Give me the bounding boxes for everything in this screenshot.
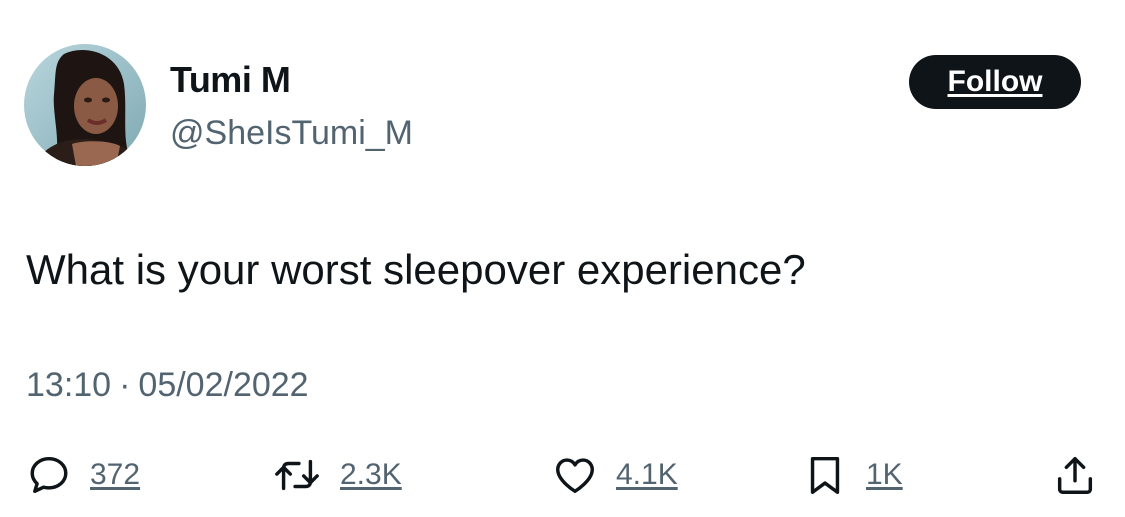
retweet-arrows-icon (272, 452, 322, 498)
retweet-button[interactable]: 2.3K (272, 452, 402, 498)
timestamp-separator: · (119, 366, 131, 404)
tweet-card: Tumi M @SheIsTumi_M Follow What is your … (0, 0, 1125, 517)
share-upload-icon (1052, 452, 1098, 498)
bookmark-button[interactable]: 1K (802, 452, 903, 498)
avatar-image (24, 44, 146, 166)
display-name[interactable]: Tumi M (170, 58, 291, 102)
tweet-time: 13:10 (26, 366, 112, 404)
follow-button[interactable]: Follow (909, 55, 1081, 109)
tweet-text: What is your worst sleepover experience? (26, 246, 806, 293)
like-button[interactable]: 4.1K (552, 452, 678, 498)
user-handle[interactable]: @SheIsTumi_M (170, 112, 413, 154)
reply-count: 372 (90, 458, 141, 491)
bookmark-icon (802, 452, 848, 498)
reply-button[interactable]: 372 (26, 452, 140, 498)
share-button[interactable] (1052, 452, 1098, 498)
like-count: 4.1K (616, 458, 678, 491)
heart-icon (552, 452, 598, 498)
avatar[interactable] (24, 44, 146, 166)
tweet-timestamp[interactable]: 13:10 · 05/02/2022 (26, 364, 309, 406)
speech-bubble-icon (26, 452, 72, 498)
retweet-count: 2.3K (340, 458, 402, 491)
tweet-date: 05/02/2022 (138, 366, 309, 404)
bookmark-count: 1K (866, 458, 903, 491)
